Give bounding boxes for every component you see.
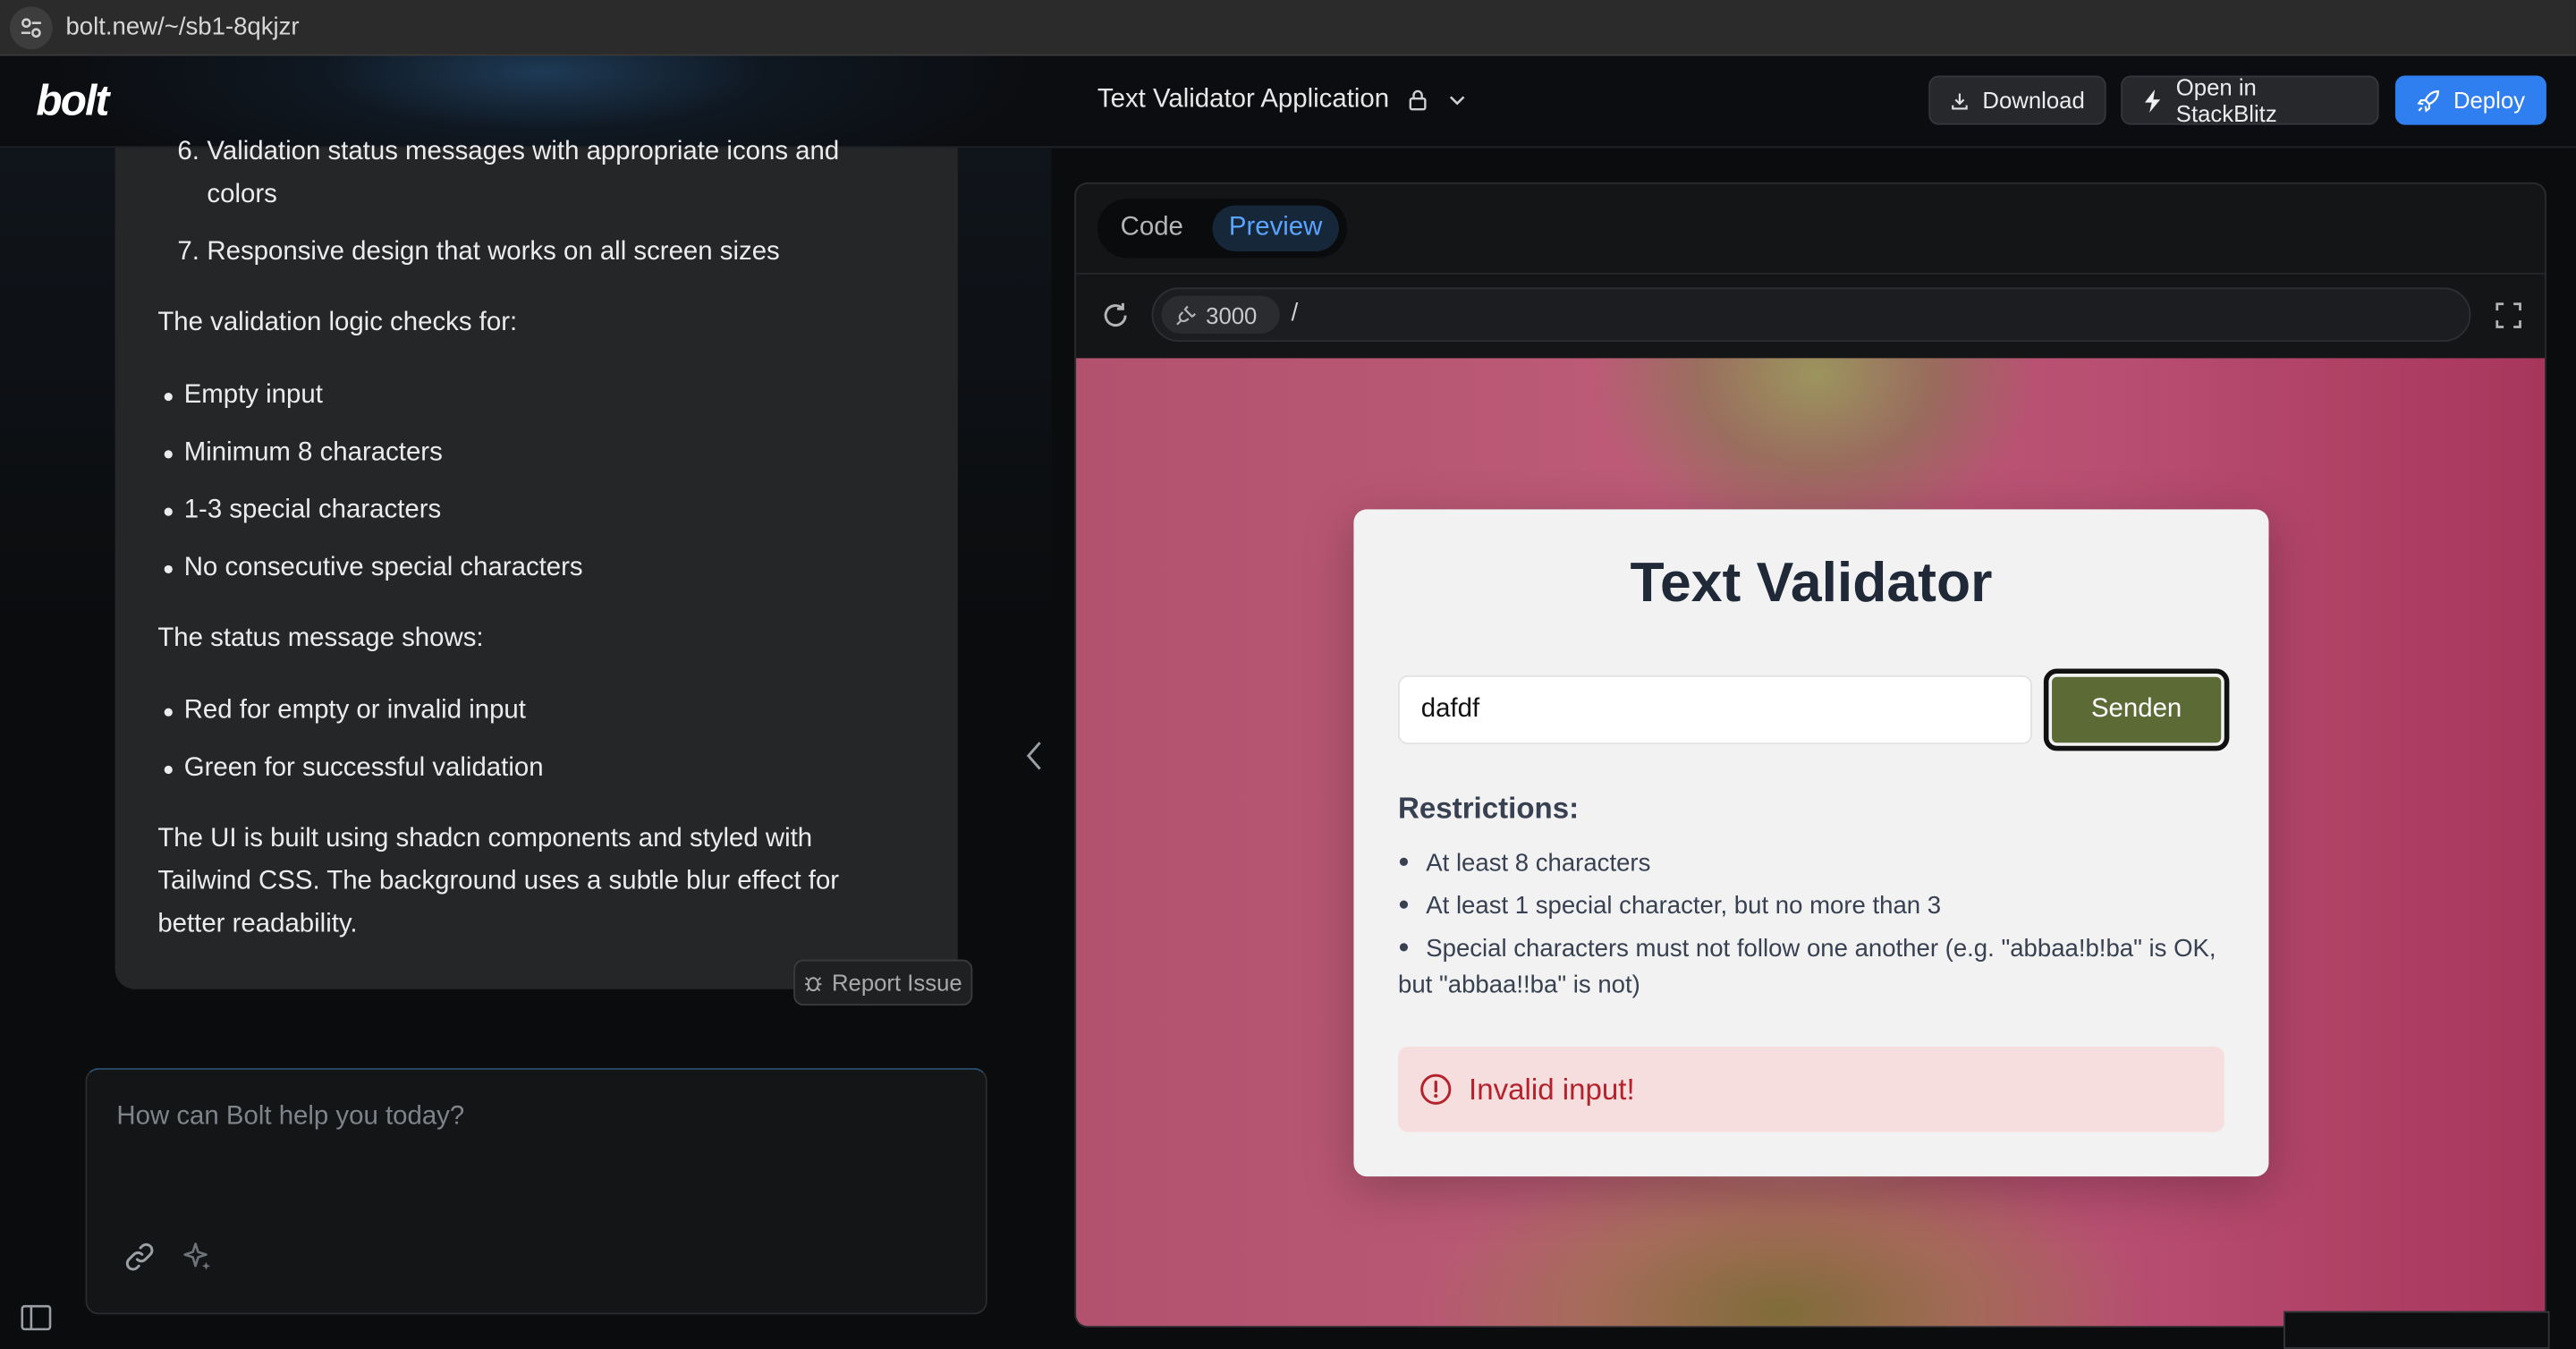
validator-card: Text Validator dafdf Senden Restrictions… [1353,509,2269,1177]
sparkle-icon[interactable] [181,1241,214,1274]
restriction-text: At least 1 special character, but no mor… [1426,892,1942,921]
restrictions-title: Restrictions: [1398,792,1580,826]
workbench-panel: Code Preview 3000 / Text Validator dafdf… [1074,182,2546,1328]
prompt-placeholder: How can Bolt help you today? [116,1102,465,1131]
prompt-input[interactable]: How can Bolt help you today? [85,1067,987,1315]
restriction-item: At least 1 special character, but no mor… [1398,889,2228,925]
list-number: 6. [177,138,199,166]
site-settings-icon[interactable] [10,5,53,49]
download-icon [1952,92,1968,109]
alert-text: Invalid input! [1469,1072,1635,1106]
validation-intro: The validation logic checks for: [157,309,518,337]
url-text[interactable]: bolt.new/~/sb1-8qkjzr [65,13,299,41]
bolt-logo[interactable]: bolt [36,75,109,126]
list-number: 7. [177,238,199,267]
assistant-message: 6. Validation status messages with appro… [114,138,958,989]
open-in-stackblitz-button[interactable]: Open in StackBlitz [2121,73,2379,127]
list-text: Validation status messages with appropri… [207,138,840,209]
deploy-button[interactable]: Deploy [2394,75,2546,125]
tab-preview[interactable]: Preview [1212,205,1339,252]
lock-icon [1408,89,1426,111]
restriction-text: Special characters must not follow one a… [1398,935,2216,999]
bug-icon [805,977,822,992]
view-tabs: Code Preview [1097,199,1348,259]
tab-code[interactable]: Code [1104,206,1199,251]
download-button[interactable]: Download [1928,75,2106,125]
text-input[interactable]: dafdf [1398,674,2032,745]
sidebar-toggle-icon[interactable] [20,1303,53,1333]
restriction-text: At least 8 characters [1426,849,1651,878]
report-issue-button[interactable]: Report Issue [793,959,973,1006]
divider [1076,272,2546,275]
status-intro: The status message shows: [157,624,484,653]
reload-icon[interactable] [1099,299,1132,332]
bullet-item: Red for empty or invalid input [164,690,526,733]
restriction-item: Special characters must not follow one a… [1398,931,2228,1004]
port-number: 3000 [1206,301,1258,328]
bullet-item: Empty input [164,375,323,418]
browser-url-bar: bolt.new/~/sb1-8qkjzr [0,0,2576,56]
lightning-icon [2144,89,2161,112]
fullscreen-icon[interactable] [2494,301,2523,330]
closing-paragraph: The UI is built using shadcn components … [157,825,840,938]
plug-icon [1176,304,1196,325]
chevron-down-icon[interactable] [1445,89,1469,112]
link-icon[interactable] [123,1241,157,1274]
bullet-item: 1-3 special characters [164,489,441,532]
project-title[interactable]: Text Validator Application [1097,86,1468,115]
report-issue-label: Report Issue [831,969,962,997]
preview-path[interactable]: / [1292,299,1299,327]
bullet-item: Minimum 8 characters [164,432,443,475]
app-title: Text Validator [1630,552,1993,615]
preview-address-bar[interactable]: 3000 / [1151,287,2471,343]
window-thumbnail [2284,1311,2550,1349]
status-alert: Invalid input! [1398,1046,2224,1133]
chevron-left-icon[interactable] [1021,736,1047,776]
rocket-icon [2417,89,2439,112]
restriction-item: At least 8 characters [1398,846,2228,882]
list-text: Responsive design that works on all scre… [207,238,780,267]
app-preview: Text Validator dafdf Senden Restrictions… [1076,358,2546,1327]
send-button[interactable]: Senden [2043,668,2230,751]
project-title-text: Text Validator Application [1097,85,1390,114]
download-label: Download [1982,87,2085,114]
alert-circle-icon [1420,1073,1452,1105]
bullet-item: Green for successful validation [164,748,544,791]
stackblitz-label: Open in StackBlitz [2175,73,2277,127]
port-selector[interactable]: 3000 [1161,295,1280,334]
screen: bolt.new/~/sb1-8qkjzr bolt Text Validato… [0,0,2576,1349]
bullet-item: No consecutive special characters [164,547,583,590]
deploy-label: Deploy [2453,87,2526,114]
